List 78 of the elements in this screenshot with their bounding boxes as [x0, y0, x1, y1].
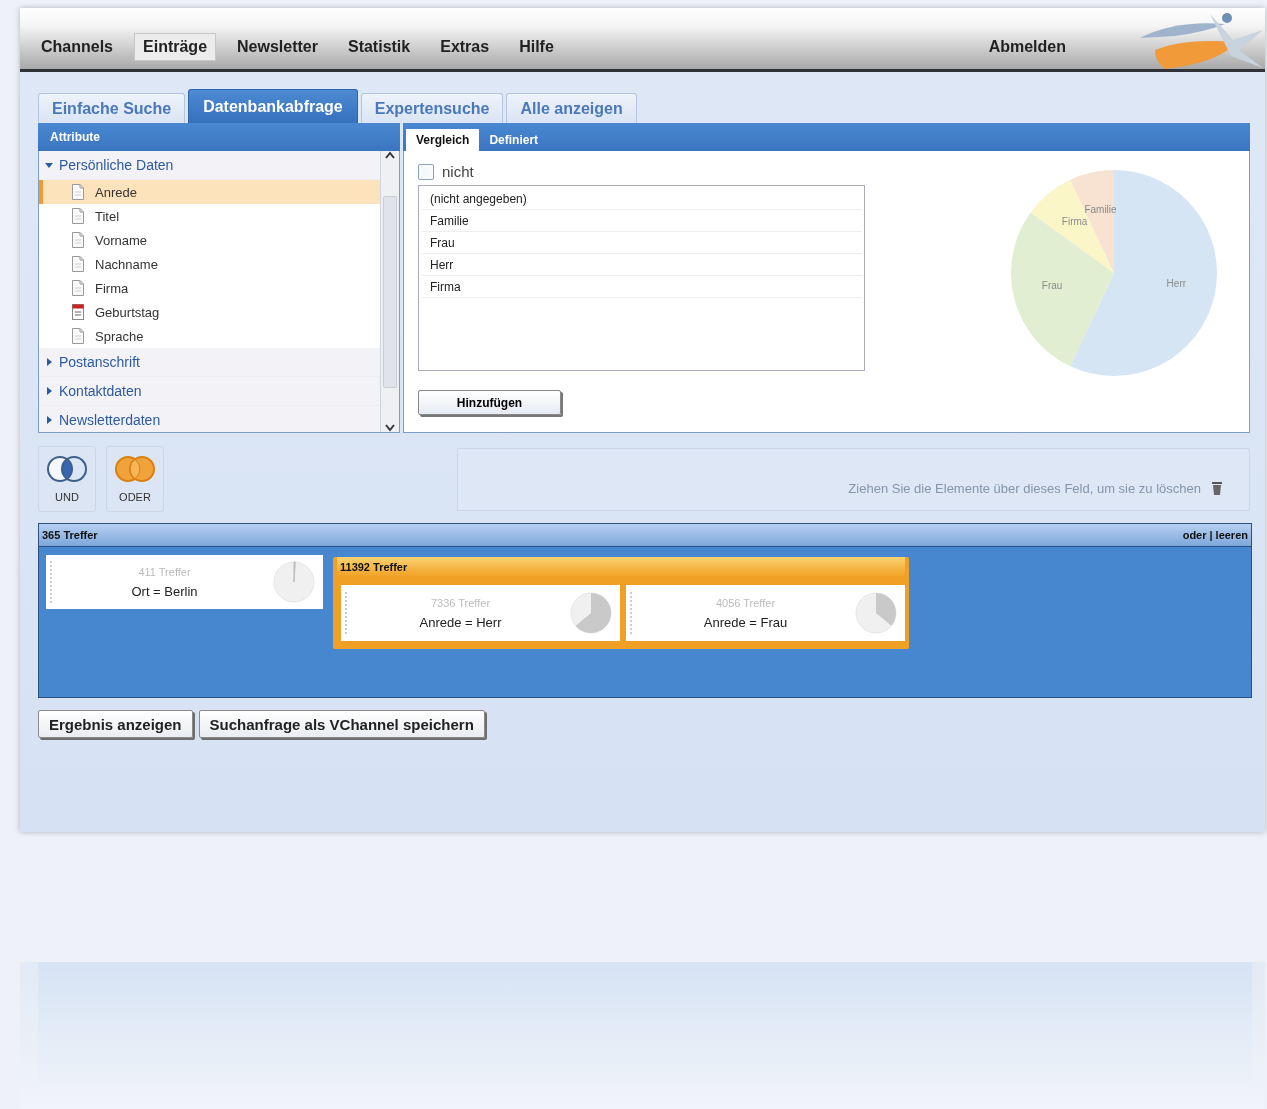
results-link[interactable]: oder	[1182, 529, 1207, 541]
pie-icon	[855, 592, 897, 634]
pie-icon	[570, 592, 612, 634]
condition-label: Anrede = Frau	[703, 614, 788, 630]
calendar-icon	[71, 304, 85, 320]
venn-icon	[45, 455, 89, 483]
tree-item[interactable]: Nachname	[39, 252, 380, 276]
condition-label: Ort = Berlin	[131, 583, 198, 599]
condition-label: Anrede = Herr	[419, 614, 502, 630]
tree-item[interactable]: Geburtstag	[39, 300, 380, 324]
hit-count: 7336 Treffer	[430, 596, 491, 609]
nav-item[interactable]: Extras	[431, 32, 499, 61]
pie-label: Frau	[1041, 279, 1063, 291]
pie-label: Firma	[1061, 216, 1088, 228]
tree-group[interactable]: Newsletterdaten	[39, 406, 380, 432]
group-header: 11392 Treffer	[337, 557, 905, 577]
search-tab[interactable]: Datenbankabfrage	[188, 89, 358, 123]
panel-header: Attribute	[38, 123, 400, 151]
tree-item[interactable]: Anrede	[39, 180, 380, 204]
operator-button[interactable]: UND	[38, 446, 96, 512]
group-card[interactable]: 11392 Treffer 7336 Treffer Anrede = Herr 4056 Treffer Anrede = Frau	[333, 557, 909, 649]
drop-hint: Ziehen Sie die Elemente über dieses Feld, um sie zu löschen	[848, 481, 1201, 496]
nav-item[interactable]: Statistik	[338, 32, 420, 61]
search-tab[interactable]: Expertensuche	[360, 93, 504, 123]
tree-group[interactable]: Postanschrift	[39, 348, 380, 377]
tree-item[interactable]: Firma	[39, 276, 380, 300]
condition-card[interactable]: 7336 Treffer Anrede = Herr	[341, 585, 620, 641]
nav-item[interactable]: Hilfe	[510, 32, 563, 61]
list-option[interactable]: (nicht angegeben)	[421, 188, 862, 210]
sub-tab[interactable]: Vergleich	[406, 129, 480, 151]
results-link[interactable]: leeren	[1215, 529, 1248, 541]
operator-button[interactable]: ODER	[106, 446, 164, 512]
caret-icon[interactable]	[45, 387, 53, 395]
nav-item[interactable]: Channels	[32, 32, 122, 61]
trash-icon[interactable]	[1211, 480, 1223, 496]
document-icon	[71, 184, 85, 200]
pie-label: Herr	[1166, 277, 1187, 289]
value-list[interactable]: (nicht angegeben) Familie Frau Herr Firma	[418, 185, 865, 371]
document-icon	[71, 328, 85, 344]
document-icon	[71, 208, 85, 224]
logout-link[interactable]: Abmelden	[979, 32, 1075, 61]
checkbox[interactable]	[418, 163, 434, 180]
document-icon	[71, 280, 85, 296]
search-tab[interactable]: Alle anzeigen	[506, 93, 637, 123]
document-icon	[71, 232, 85, 248]
action-button[interactable]: Suchanfrage als VChannel speichern	[198, 710, 485, 738]
list-option[interactable]: Familie	[421, 210, 862, 232]
checkbox-label: nicht	[442, 163, 474, 180]
venn-icon	[113, 455, 157, 483]
tree-group[interactable]: Kontaktdaten	[39, 377, 380, 406]
tree-item[interactable]: Sprache	[39, 324, 380, 348]
list-option[interactable]: Frau	[421, 232, 862, 254]
scroll-up-icon[interactable]	[385, 151, 395, 159]
hit-count: 411 Treffer	[138, 565, 191, 578]
tree-item[interactable]: Vorname	[39, 228, 380, 252]
list-option[interactable]: Firma	[421, 276, 862, 298]
condition-card[interactable]: 4056 Treffer Anrede = Frau	[626, 585, 905, 641]
tree-group[interactable]: Persönliche Daten	[39, 151, 380, 180]
scroll-down-icon[interactable]	[385, 424, 395, 432]
scrollbar[interactable]	[380, 151, 399, 432]
tree-item[interactable]: Titel	[39, 204, 380, 228]
nav-item[interactable]: Einträge	[134, 32, 217, 61]
hit-count: 365 Treffer	[42, 529, 98, 541]
action-button[interactable]: Ergebnis anzeigen	[38, 710, 193, 738]
add-button[interactable]: Hinzufügen	[418, 390, 561, 415]
search-tab[interactable]: Einfache Suche	[38, 93, 186, 123]
pie-icon	[273, 561, 315, 603]
caret-icon[interactable]	[45, 358, 53, 366]
sub-tab[interactable]: Definiert	[479, 129, 549, 151]
pie-label: Familie	[1084, 203, 1117, 215]
nav-item[interactable]: Newsletter	[228, 32, 327, 61]
list-option[interactable]: Herr	[421, 254, 862, 276]
condition-card[interactable]: 411 Treffer Ort = Berlin	[46, 555, 323, 609]
caret-icon[interactable]	[45, 416, 53, 424]
hit-count: 4056 Treffer	[715, 596, 776, 609]
document-icon	[71, 256, 85, 272]
caret-icon[interactable]	[45, 161, 53, 169]
link-separator: |	[1209, 529, 1213, 541]
